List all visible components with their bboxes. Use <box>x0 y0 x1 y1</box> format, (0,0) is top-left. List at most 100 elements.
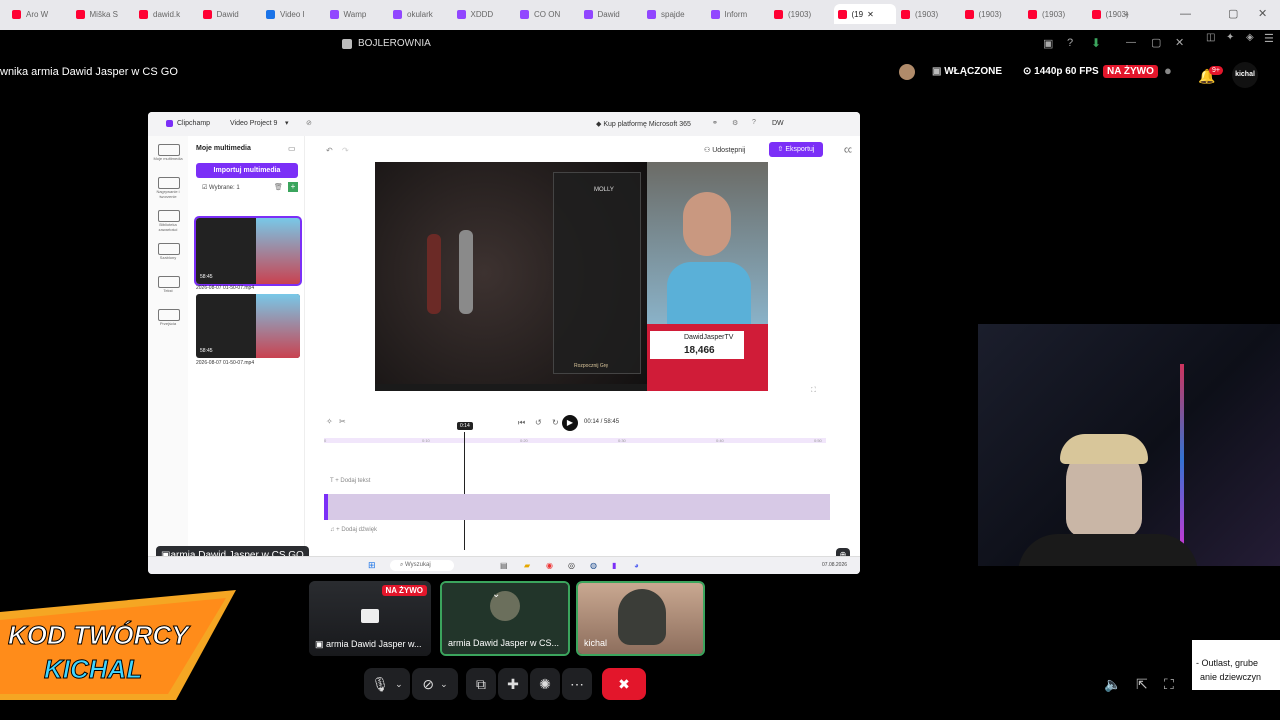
add-text-row[interactable]: T + Dodaj tekst <box>330 478 370 484</box>
taskbar-search[interactable]: ⌕ Wyszukaj <box>390 560 454 571</box>
chevron-down-icon[interactable]: ⌄ <box>492 589 500 600</box>
user-avatar[interactable]: kichal <box>1232 62 1258 88</box>
new-tab-icon[interactable]: + <box>1124 4 1129 24</box>
help-icon[interactable]: ? <box>1067 37 1073 49</box>
browser-tab[interactable]: Aro W <box>8 4 70 24</box>
user-initials[interactable]: DW <box>772 120 784 127</box>
redo-icon[interactable]: ↷ <box>342 146 349 155</box>
close-tab-icon[interactable]: ✕ <box>867 10 874 19</box>
discord-icon[interactable]: ◕ <box>634 561 639 570</box>
captions-icon[interactable]: ㏄ <box>844 144 852 155</box>
minimize-icon[interactable]: — <box>1180 8 1191 20</box>
end-call-button[interactable]: ✖ <box>602 668 646 700</box>
obs-icon[interactable]: ◎ <box>568 561 575 570</box>
browser-tab[interactable]: Dawid <box>199 4 261 24</box>
browser-tab[interactable]: (1903) <box>1088 4 1150 24</box>
activities-button[interactable]: ✚ <box>498 668 528 700</box>
tab-favicon-icon <box>139 9 148 19</box>
browser-tab[interactable]: CO ON <box>516 4 578 24</box>
browser-tab[interactable]: Miška S <box>72 4 134 24</box>
add-audio-row[interactable]: ♫ + Dodaj dźwięk <box>330 527 377 533</box>
close-app-icon[interactable]: ✕ <box>1175 36 1184 49</box>
media-clip-2[interactable]: 58:45 <box>196 294 300 358</box>
avatar[interactable] <box>899 64 915 80</box>
chat-bubble-icon[interactable]: ● <box>1164 63 1172 78</box>
browser-tab[interactable]: spajde <box>643 4 705 24</box>
maximize-app-icon[interactable]: ▢ <box>1151 36 1161 49</box>
rail-item-icon[interactable] <box>158 276 180 288</box>
browser-tab[interactable]: (1903) <box>1024 4 1086 24</box>
fullscreen-icon[interactable]: ⛶ <box>1164 676 1174 693</box>
skip-back-icon[interactable]: ⏮ <box>518 418 525 428</box>
browser-tab[interactable]: (1903) <box>961 4 1023 24</box>
browser-tab[interactable]: (1903) <box>770 4 832 24</box>
close-window-icon[interactable]: ✕ <box>1258 7 1267 20</box>
split-view-icon[interactable]: ◫ <box>1206 32 1215 43</box>
clipchamp-taskbar-icon[interactable]: ▮ <box>612 561 616 570</box>
browser-tab[interactable]: Inform <box>707 4 769 24</box>
settings-icon[interactable]: ⚙ <box>732 119 738 127</box>
rail-item-icon[interactable] <box>158 177 180 189</box>
rail-item-icon[interactable] <box>158 144 180 156</box>
share-link-icon[interactable]: ⚭ <box>712 119 718 127</box>
playhead[interactable] <box>464 432 465 550</box>
more-button[interactable]: ⋯ <box>562 668 592 700</box>
participant-tile[interactable]: NA ŻYWO ▣ armia Dawid Jasper w... <box>309 581 431 656</box>
chrome-icon[interactable]: ◉ <box>546 561 553 570</box>
browser-tab[interactable]: dawid.k <box>135 4 197 24</box>
tab-label: (1903) <box>978 9 1002 19</box>
play-button[interactable]: ▶ <box>562 415 578 431</box>
browser-tab[interactable]: XDDD <box>453 4 515 24</box>
fullscreen-icon[interactable]: ⛶ <box>811 387 816 395</box>
rail-item-icon[interactable] <box>158 309 180 321</box>
windows-start-icon[interactable]: ⊞ <box>368 560 376 571</box>
maximize-icon[interactable]: ▢ <box>1228 7 1238 20</box>
browser-tab[interactable]: Wamp <box>326 4 388 24</box>
rail-item-icon[interactable] <box>158 243 180 255</box>
participant-tile[interactable]: kichal <box>576 581 705 656</box>
browser-tab[interactable]: (1903) <box>897 4 959 24</box>
download-icon[interactable]: ⬇ <box>1091 36 1101 50</box>
export-button[interactable]: ⇧ Eksportuj <box>769 142 823 157</box>
hide-icon[interactable]: ⊘ <box>306 119 312 127</box>
shield-icon[interactable]: ◈ <box>1246 32 1254 43</box>
extensions-icon[interactable]: ✦ <box>1226 32 1234 43</box>
rail-item-icon[interactable] <box>158 210 180 222</box>
checkbox-icon[interactable]: ☑ <box>202 185 209 191</box>
trash-icon[interactable]: 🗑 <box>274 183 283 191</box>
help-icon[interactable]: ? <box>752 119 756 126</box>
browser-tab[interactable]: Dawid <box>580 4 642 24</box>
minimize-app-icon[interactable]: — <box>1126 37 1136 48</box>
taskview-icon[interactable]: ▤ <box>500 561 508 570</box>
browser-tab[interactable]: okulark <box>389 4 451 24</box>
steam-icon[interactable]: ◍ <box>590 561 597 570</box>
undo-icon[interactable]: ↶ <box>326 146 333 155</box>
tab-favicon-icon <box>393 9 402 19</box>
volume-icon[interactable]: 🔈 <box>1104 676 1121 693</box>
browser-tab[interactable]: (19 ✕ <box>833 4 896 24</box>
participant-tile[interactable]: ⌄ armia Dawid Jasper w CS... <box>440 581 570 656</box>
folder-icon[interactable]: ▰ <box>524 561 530 570</box>
camera-button[interactable]: ⊘ ⌄ <box>412 668 458 700</box>
import-button[interactable]: Importuj multimedia <box>196 163 298 178</box>
ms365-link[interactable]: ◆ Kup platformę Microsoft 365 <box>596 120 691 128</box>
add-icon[interactable]: + <box>288 182 298 192</box>
mic-button[interactable]: 🎙 ⌄ <box>364 668 410 700</box>
rewind-icon[interactable]: ↺ <box>535 418 542 427</box>
media-clip-1[interactable]: 58:45 <box>194 216 302 286</box>
browser-tab[interactable]: Video I <box>262 4 324 24</box>
split-icon[interactable]: ✂ <box>339 417 346 426</box>
screen-share-button[interactable]: ⧉ <box>466 668 496 700</box>
magic-icon[interactable]: ✧ <box>326 417 333 426</box>
inbox-icon[interactable]: ▣ <box>1043 37 1053 50</box>
forward-icon[interactable]: ↻ <box>552 418 559 427</box>
panel-title: Moje multimedia <box>196 145 251 152</box>
video-track[interactable] <box>324 494 830 520</box>
project-name[interactable]: Video Project 9 <box>230 120 277 127</box>
share-button[interactable]: ⚇ Udostępnij <box>704 146 745 154</box>
menu-icon[interactable]: ☰ <box>1264 32 1274 45</box>
collapse-icon[interactable]: ▭ <box>288 144 296 153</box>
soundboard-button[interactable]: ✺ <box>530 668 560 700</box>
popout-icon[interactable]: ⇱ <box>1136 676 1148 693</box>
stream-header: wnika armia Dawid Jasper w CS GO ▣ WŁĄCZ… <box>0 60 1192 86</box>
